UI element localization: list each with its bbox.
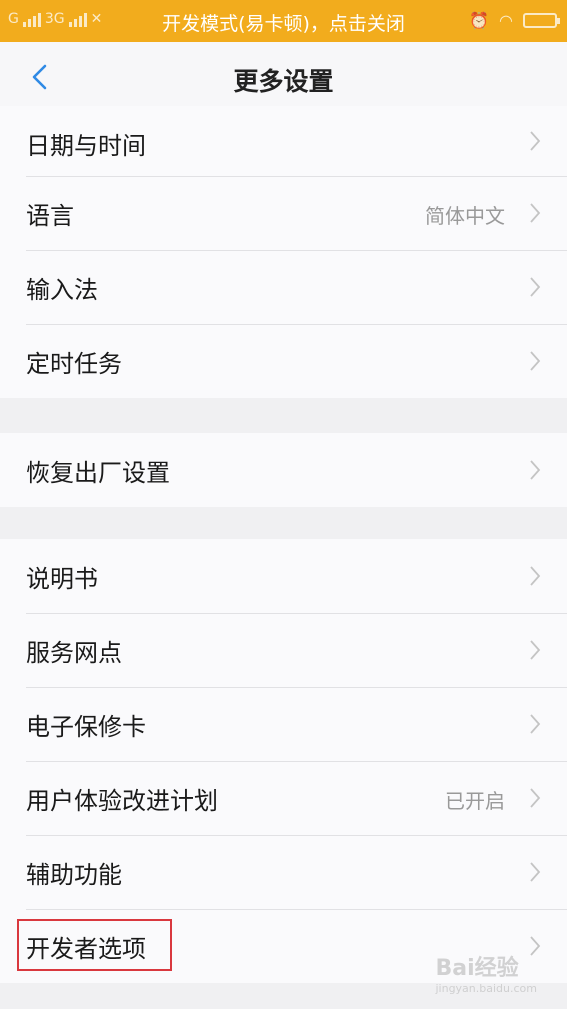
- settings-item-manual[interactable]: 说明书: [0, 539, 567, 613]
- settings-item-service-outlets[interactable]: 服务网点: [0, 613, 567, 687]
- highlight-box: [17, 919, 172, 971]
- settings-item-label: 服务网点: [26, 639, 122, 667]
- watermark-text: Bai经验: [435, 956, 519, 981]
- chevron-right-icon: [530, 131, 541, 151]
- watermark-logo: Bai经验 jingyan.baidu.com: [435, 950, 537, 995]
- navigation-bar: 更多设置: [0, 42, 567, 113]
- chevron-right-icon: [530, 788, 541, 808]
- settings-item-factory-reset[interactable]: 恢复出厂设置: [0, 433, 567, 507]
- settings-item-label: 恢复出厂设置: [26, 459, 170, 487]
- chevron-right-icon: [530, 351, 541, 371]
- settings-item-input-method[interactable]: 输入法: [0, 250, 567, 324]
- settings-item-label: 输入法: [26, 276, 98, 304]
- chevron-right-icon: [530, 640, 541, 660]
- chevron-right-icon: [530, 277, 541, 297]
- watermark-url: jingyan.baidu.com: [435, 982, 537, 995]
- settings-item-label: 用户体验改进计划: [26, 787, 218, 815]
- settings-item-label: 日期与时间: [26, 132, 146, 160]
- alarm-icon: ⏰: [469, 11, 490, 30]
- settings-item-label: 定时任务: [26, 350, 122, 378]
- chevron-right-icon: [530, 862, 541, 882]
- chevron-right-icon: [530, 714, 541, 734]
- chevron-right-icon: [530, 203, 541, 223]
- chevron-right-icon: [530, 460, 541, 480]
- battery-icon: [523, 13, 560, 28]
- settings-group-reset: 恢复出厂设置: [0, 433, 567, 507]
- settings-item-warranty-card[interactable]: 电子保修卡: [0, 687, 567, 761]
- wifi-icon: ◠: [499, 11, 513, 30]
- settings-item-label: 电子保修卡: [26, 713, 146, 741]
- settings-item-value: 已开启: [445, 789, 505, 813]
- settings-item-accessibility[interactable]: 辅助功能: [0, 835, 567, 909]
- settings-group-general: 日期与时间 语言 简体中文 输入法 定时任务: [0, 106, 567, 398]
- status-icons: ⏰ ◠: [469, 11, 560, 30]
- settings-group-support: 说明书 服务网点 电子保修卡 用户体验改进计划 已开启 辅助功能 开发者选项: [0, 539, 567, 983]
- settings-item-label: 语言: [26, 202, 74, 230]
- settings-item-label: 说明书: [26, 565, 98, 593]
- settings-item-language[interactable]: 语言 简体中文: [0, 176, 567, 250]
- page-title: 更多设置: [233, 67, 334, 96]
- settings-item-value: 简体中文: [425, 204, 505, 228]
- chevron-right-icon: [530, 566, 541, 586]
- settings-item-date-time[interactable]: 日期与时间: [0, 106, 567, 176]
- settings-item-ux-improvement[interactable]: 用户体验改进计划 已开启: [0, 761, 567, 835]
- settings-item-scheduled-tasks[interactable]: 定时任务: [0, 324, 567, 398]
- settings-item-label: 辅助功能: [26, 861, 122, 889]
- status-bar: G 3G ✕ 开发模式(易卡顿)，点击关闭 ⏰ ◠: [0, 0, 567, 42]
